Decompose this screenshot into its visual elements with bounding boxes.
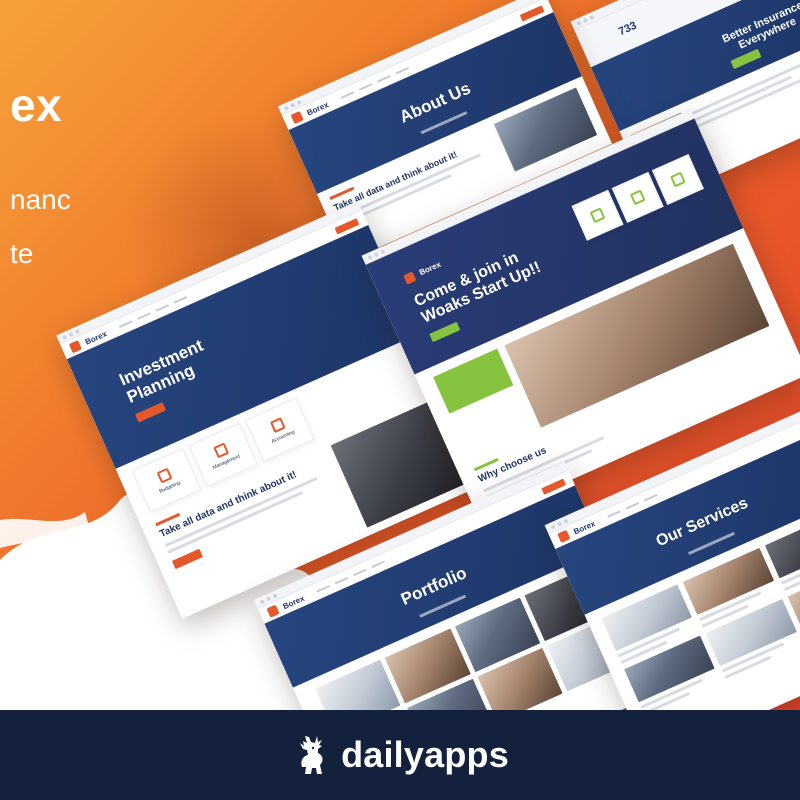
footer-bar: dailyapps <box>0 710 800 800</box>
logo-text: Borex <box>418 260 443 278</box>
startup-button[interactable] <box>429 321 461 343</box>
money-icon <box>213 442 230 459</box>
borex-logo-icon <box>290 110 304 125</box>
borex-logo-icon <box>557 529 571 543</box>
investment-button[interactable] <box>135 402 167 423</box>
portfolio-title: Portfolio <box>397 562 470 609</box>
insurance-stat: 733 <box>616 19 639 39</box>
dailyapps-brand: dailyapps <box>291 734 509 776</box>
investment-title: Investment Planning <box>116 335 206 407</box>
services-title: Our Services <box>653 494 751 551</box>
hero-background: ex nanc te 733 Better Insurance Everywhe… <box>0 0 800 710</box>
chart-icon <box>156 467 173 484</box>
borex-logo-icon <box>403 271 417 285</box>
borex-logo-icon <box>68 340 83 354</box>
product-name: ex <box>10 79 63 131</box>
growth-icon <box>269 417 286 434</box>
deer-mascot-icon <box>300 736 323 774</box>
read-more-button[interactable] <box>171 548 203 569</box>
borex-logo-icon <box>266 604 280 618</box>
about-title: About Us <box>396 78 474 127</box>
dailyapps-wordmark: dailyapps <box>341 734 509 775</box>
tagline-line-2: te <box>10 238 34 269</box>
tagline-line-1: nanc <box>10 184 71 215</box>
